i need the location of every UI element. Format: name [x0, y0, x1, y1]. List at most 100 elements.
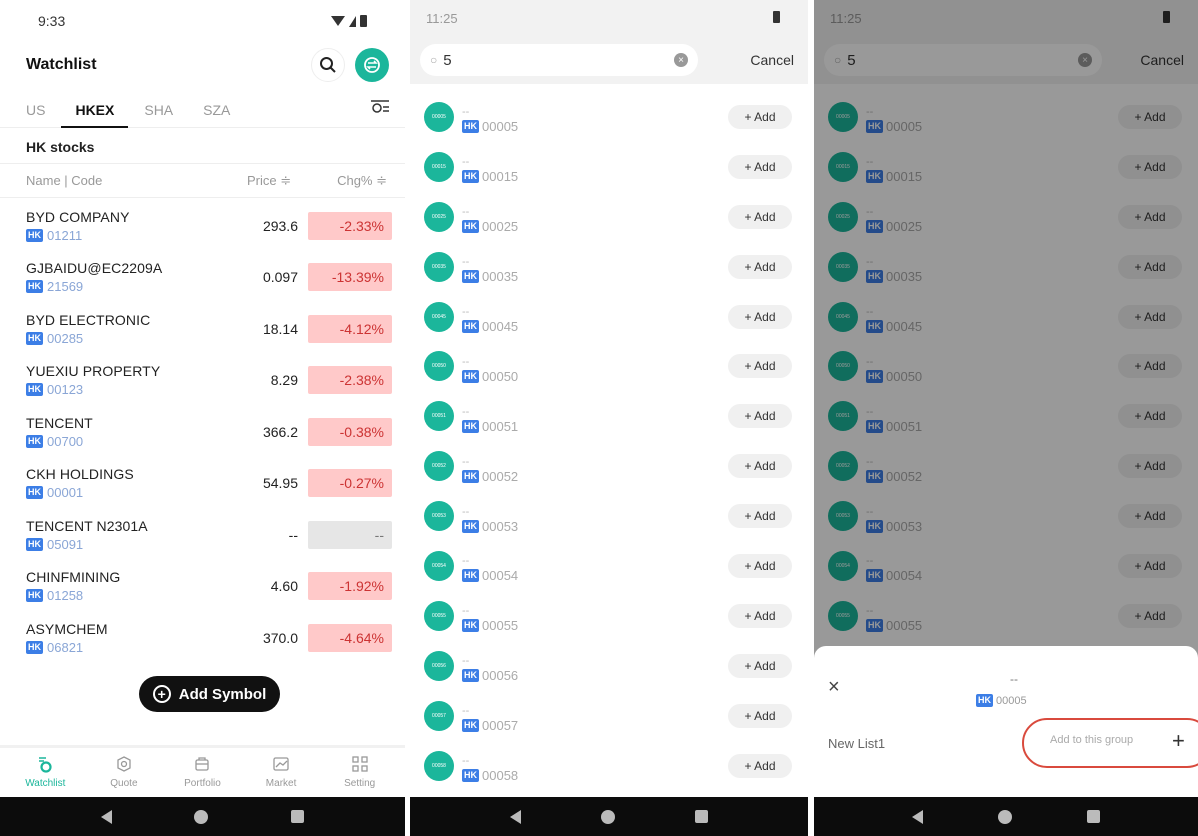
recents-icon[interactable]: [1087, 810, 1101, 823]
add-button[interactable]: + Add: [728, 553, 792, 578]
search-result-item[interactable]: 00055 -- HK 00055 + Add: [410, 591, 808, 641]
add-button[interactable]: + Add: [1118, 254, 1182, 279]
add-button[interactable]: + Add: [728, 653, 792, 678]
stock-row[interactable]: BYD ELECTRONIC HK 00285 18.14 -4.12%: [0, 303, 405, 355]
add-button[interactable]: + Add: [1118, 553, 1182, 578]
stock-row[interactable]: TENCENT N2301A HK 05091 -- --: [0, 509, 405, 561]
search-result-item[interactable]: 00056 -- HK 00056 + Add: [410, 641, 808, 691]
search-result-item[interactable]: 00045 -- HK 00045 + Add: [410, 292, 808, 342]
search-result-item[interactable]: 00045 -- HK 00045 + Add: [814, 292, 1198, 342]
stock-code: 00057: [482, 718, 519, 734]
home-icon[interactable]: [194, 809, 209, 824]
search-result-item[interactable]: 00005 -- HK 00005 + Add: [410, 92, 808, 142]
nav-setting[interactable]: Setting: [330, 755, 390, 789]
search-result-item[interactable]: 00025 -- HK 00025 + Add: [814, 192, 1198, 242]
clear-icon[interactable]: ×: [674, 53, 688, 67]
recents-icon[interactable]: [695, 810, 708, 823]
search-result-item[interactable]: 00050 -- HK 00050 + Add: [814, 341, 1198, 391]
cancel-button[interactable]: Cancel: [1140, 52, 1184, 68]
add-button[interactable]: + Add: [728, 454, 792, 479]
add-button[interactable]: + Add: [1118, 154, 1182, 179]
nav-portfolio[interactable]: Portfolio: [172, 755, 232, 789]
search-result-item[interactable]: 00052 -- HK 00052 + Add: [410, 441, 808, 491]
home-icon[interactable]: [601, 809, 615, 824]
add-symbol-button[interactable]: + Add Symbol: [139, 676, 280, 712]
filter-settings-icon[interactable]: [369, 99, 391, 120]
stock-row[interactable]: BYD COMPANY HK 01211 293.6 -2.33%: [0, 200, 405, 252]
stock-row[interactable]: GJBAIDU@EC2209A HK 21569 0.097 -13.39%: [0, 252, 405, 304]
stock-row[interactable]: CHINFMINING HK 01258 4.60 -1.92%: [0, 561, 405, 613]
add-button[interactable]: + Add: [728, 204, 792, 229]
nav-quote[interactable]: Quote: [94, 755, 154, 789]
recents-icon[interactable]: [290, 810, 304, 823]
back-icon[interactable]: [911, 809, 923, 824]
tab-sza[interactable]: SZA: [203, 92, 230, 128]
stock-logo: 00056: [424, 650, 454, 681]
stock-row[interactable]: ASYMCHEM HK 06821 370.0 -4.64%: [0, 612, 405, 664]
search-result-item[interactable]: 00050 -- HK 00050 + Add: [410, 341, 808, 391]
search-button[interactable]: [311, 48, 345, 82]
add-button[interactable]: + Add: [728, 404, 792, 429]
search-result-item[interactable]: 00054 -- HK 00054 + Add: [410, 541, 808, 591]
search-result-item[interactable]: 00015 -- HK 00015 + Add: [814, 142, 1198, 192]
add-button[interactable]: + Add: [1118, 404, 1182, 429]
tab-sha[interactable]: SHA: [144, 92, 173, 128]
add-button[interactable]: + Add: [1118, 204, 1182, 229]
add-button[interactable]: + Add: [728, 703, 792, 728]
search-result-item[interactable]: 00051 -- HK 00051 + Add: [814, 391, 1198, 441]
search-result-item[interactable]: 00053 -- HK 00053 + Add: [410, 491, 808, 541]
stock-logo: 00057: [424, 700, 454, 731]
back-icon[interactable]: [510, 809, 521, 824]
search-bar: ○ 5 × Cancel: [814, 36, 1198, 84]
search-result-item[interactable]: 00057 -- HK 00057 + Add: [410, 691, 808, 741]
search-input[interactable]: ○ 5 ×: [824, 44, 1102, 76]
add-button[interactable]: + Add: [728, 504, 792, 529]
back-icon[interactable]: [101, 809, 113, 824]
add-button[interactable]: + Add: [728, 304, 792, 329]
stock-price: 54.95: [262, 475, 298, 492]
hk-badge: HK: [26, 280, 43, 294]
add-button[interactable]: + Add: [728, 154, 792, 179]
add-button[interactable]: + Add: [1118, 104, 1182, 129]
add-button[interactable]: + Add: [728, 104, 792, 129]
search-result-item[interactable]: 00025 -- HK 00025 + Add: [410, 192, 808, 242]
search-result-item[interactable]: 00053 -- HK 00053 + Add: [814, 491, 1198, 541]
stock-row[interactable]: YUEXIU PROPERTY HK 00123 8.29 -2.38%: [0, 355, 405, 407]
cancel-button[interactable]: Cancel: [750, 52, 794, 68]
search-result-item[interactable]: 00054 -- HK 00054 + Add: [814, 541, 1198, 591]
chg-sort-header[interactable]: Chg% ≑: [317, 173, 387, 189]
search-result-item[interactable]: 00052 -- HK 00052 + Add: [814, 441, 1198, 491]
status-bar: 11:25: [814, 0, 1198, 36]
nav-market[interactable]: Market: [251, 755, 311, 789]
add-button[interactable]: + Add: [728, 753, 792, 778]
add-button[interactable]: + Add: [728, 603, 792, 628]
add-button[interactable]: + Add: [728, 354, 792, 379]
hk-badge: HK: [866, 320, 883, 333]
close-icon[interactable]: ×: [828, 676, 840, 699]
search-result-item[interactable]: 00035 -- HK 00035 + Add: [410, 242, 808, 292]
search-result-item[interactable]: 00005 -- HK 00005 + Add: [814, 92, 1198, 142]
home-icon[interactable]: [997, 809, 1012, 824]
price-sort-header[interactable]: Price ≑: [247, 173, 317, 189]
tab-us[interactable]: US: [26, 92, 45, 128]
stock-row[interactable]: TENCENT HK 00700 366.2 -0.38%: [0, 406, 405, 458]
tab-hkex[interactable]: HKEX: [61, 92, 129, 128]
add-button[interactable]: + Add: [1118, 354, 1182, 379]
search-result-item[interactable]: 00058 -- HK 00058 + Add: [410, 741, 808, 791]
stock-row[interactable]: CKH HOLDINGS HK 00001 54.95 -0.27%: [0, 458, 405, 510]
add-button[interactable]: + Add: [1118, 454, 1182, 479]
clear-icon[interactable]: ×: [1078, 53, 1092, 67]
add-button[interactable]: + Add: [728, 254, 792, 279]
swap-button[interactable]: [355, 48, 389, 82]
add-button[interactable]: + Add: [1118, 603, 1182, 628]
add-button[interactable]: + Add: [1118, 504, 1182, 529]
search-result-item[interactable]: 00035 -- HK 00035 + Add: [814, 242, 1198, 292]
search-result-item[interactable]: 00015 -- HK 00015 + Add: [410, 142, 808, 192]
nav-watchlist[interactable]: Watchlist: [15, 755, 75, 789]
search-result-item[interactable]: 00055 -- HK 00055 + Add: [814, 591, 1198, 641]
stock-name: YUEXIU PROPERTY: [26, 363, 161, 380]
add-button[interactable]: + Add: [1118, 304, 1182, 329]
search-result-item[interactable]: 00051 -- HK 00051 + Add: [410, 391, 808, 441]
search-input[interactable]: ○ 5 ×: [420, 44, 698, 76]
stock-logo: 00035: [828, 251, 858, 282]
